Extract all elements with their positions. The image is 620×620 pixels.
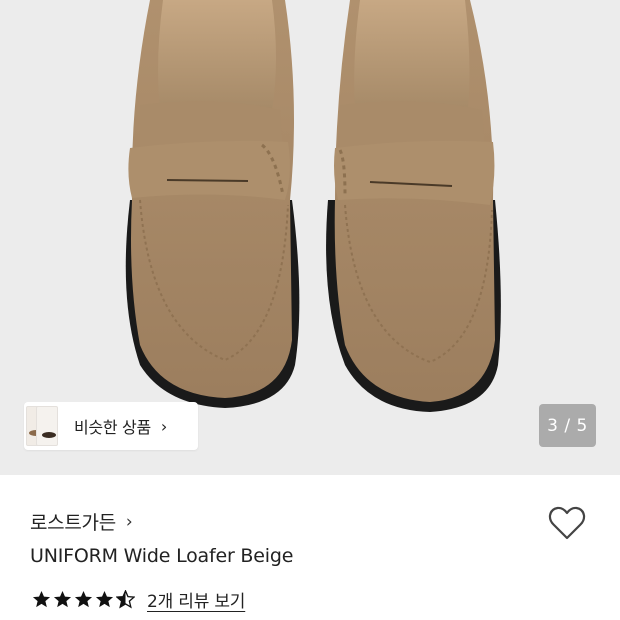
chevron-right-icon: › <box>160 416 168 436</box>
star-icon <box>95 590 114 608</box>
product-info: 로스트가든 › UNIFORM Wide Loafer Beige 2개 리뷰 … <box>0 475 620 620</box>
rating-row: 2개 리뷰 보기 <box>32 587 245 612</box>
review-link[interactable]: 2개 리뷰 보기 <box>147 587 245 612</box>
brand-name: 로스트가든 <box>30 512 116 534</box>
star-half-icon <box>116 590 135 609</box>
heart-icon[interactable] <box>548 505 586 541</box>
product-name: UNIFORM Wide Loafer Beige <box>30 545 294 567</box>
star-icon <box>53 590 72 608</box>
image-counter: 3 / 5 <box>539 404 596 447</box>
star-icon <box>32 590 51 608</box>
similar-products-button[interactable]: 비슷한 상품 › <box>24 402 198 450</box>
brand-link[interactable]: 로스트가든 › <box>30 508 133 535</box>
similar-thumbnail <box>36 406 58 446</box>
product-image-area[interactable]: 비슷한 상품 › 3 / 5 <box>0 0 620 475</box>
similar-products-label: 비슷한 상품 <box>74 418 151 437</box>
chevron-right-icon: › <box>125 511 133 532</box>
similar-products-thumbnails <box>24 402 64 450</box>
star-icon <box>74 590 93 608</box>
star-rating <box>32 590 135 609</box>
